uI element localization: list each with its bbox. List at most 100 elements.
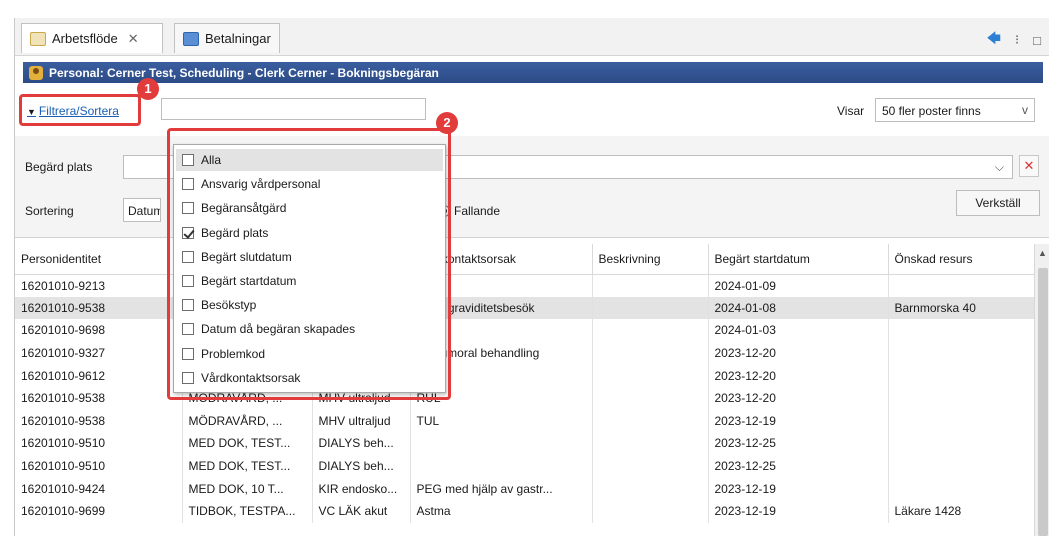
table-cell: 2023-12-19 bbox=[708, 409, 889, 433]
page-title: Personal: Cerner Test, Scheduling - Cler… bbox=[49, 65, 439, 80]
table-cell: MHV ultraljud bbox=[312, 409, 411, 433]
visar-value: 50 fler poster finns bbox=[882, 104, 981, 118]
table-cell bbox=[888, 409, 1035, 433]
table-cell bbox=[888, 454, 1035, 478]
table-cell bbox=[592, 454, 709, 478]
clear-filter-button[interactable]: ✕ bbox=[1019, 155, 1039, 177]
table-cell bbox=[888, 274, 1035, 297]
table-row[interactable]: 16201010-9510 MED DOK, TEST... DIALYS beh.… bbox=[15, 432, 1035, 455]
table-cell: 16201010-9213 bbox=[15, 274, 183, 297]
tab-label: Betalningar bbox=[205, 31, 271, 46]
table-cell bbox=[888, 477, 1035, 500]
table-cell: 2024-01-08 bbox=[708, 296, 889, 320]
annotation-highlight-1 bbox=[19, 94, 141, 126]
begard-plats-label: Begärd plats bbox=[25, 160, 93, 174]
table-cell: 2023-12-20 bbox=[708, 386, 889, 410]
vertical-scrollbar[interactable]: ▲ bbox=[1034, 244, 1049, 536]
table-cell: 16201010-9698 bbox=[15, 319, 183, 342]
table-cell: 2023-12-25 bbox=[708, 432, 889, 455]
table-cell: 16201010-9327 bbox=[15, 341, 183, 365]
filter-search-input[interactable] bbox=[161, 98, 426, 120]
column-header[interactable]: Begärt startdatum bbox=[708, 244, 889, 275]
table-cell bbox=[592, 386, 709, 410]
descending-label: Fallande bbox=[454, 204, 501, 218]
document-icon bbox=[30, 31, 46, 46]
table-cell: 16201010-9538 bbox=[15, 296, 183, 320]
visar-select[interactable]: 50 fler poster finns v bbox=[875, 98, 1035, 122]
table-cell bbox=[592, 432, 709, 455]
chevron-down-icon: ⌵ bbox=[994, 160, 1004, 174]
table-cell bbox=[592, 341, 709, 365]
table-cell bbox=[592, 274, 709, 297]
table-cell bbox=[888, 432, 1035, 455]
tab-label: Arbetsflöde bbox=[52, 31, 118, 46]
annotation-badge-1: 1 bbox=[137, 78, 159, 100]
table-cell: 2023-12-20 bbox=[708, 341, 889, 365]
tab-betalningar[interactable]: Betalningar bbox=[174, 23, 280, 53]
annotation-highlight-2 bbox=[167, 128, 451, 400]
apply-button[interactable]: Verkställ bbox=[956, 190, 1040, 216]
person-title-bar: Personal: Cerner Test, Scheduling - Cler… bbox=[23, 62, 1043, 83]
payments-icon bbox=[183, 31, 199, 46]
table-cell: 2023-12-19 bbox=[708, 499, 889, 523]
restore-icon[interactable]: □ bbox=[1033, 33, 1041, 48]
back-arrow-icon[interactable]: 🡄 bbox=[987, 28, 1001, 52]
table-cell: 2024-01-09 bbox=[708, 274, 889, 297]
table-cell: MED DOK, 10 T... bbox=[182, 477, 313, 500]
column-header[interactable]: Beskrivning bbox=[592, 244, 709, 275]
table-cell: MED DOK, TEST... bbox=[182, 432, 313, 455]
scroll-thumb[interactable] bbox=[1038, 268, 1048, 536]
table-cell bbox=[592, 409, 709, 433]
table-cell: 16201010-9538 bbox=[15, 386, 183, 410]
table-cell: 2023-12-20 bbox=[708, 364, 889, 387]
table-row[interactable]: 16201010-9424 MED DOK, 10 T... KIR endosko… bbox=[15, 477, 1035, 500]
table-row[interactable]: 16201010-9510 MED DOK, TEST... DIALYS beh.… bbox=[15, 454, 1035, 478]
table-cell: 2024-01-03 bbox=[708, 319, 889, 342]
table-cell: MÖDRAVÅRD, ... bbox=[182, 409, 313, 433]
table-cell: VC LÄK akut bbox=[312, 499, 411, 523]
table-cell: 16201010-9699 bbox=[15, 499, 183, 523]
table-cell: 16201010-9510 bbox=[15, 454, 183, 478]
tab-bar: Arbetsflöde ✕ Betalningar 🡄 ⁝ □ bbox=[15, 18, 1049, 56]
chevron-down-icon: v bbox=[1022, 103, 1028, 117]
table-cell bbox=[592, 296, 709, 320]
view-menu-icon[interactable]: ⁝ bbox=[1015, 32, 1019, 48]
table-row[interactable]: 16201010-9538 MÖDRAVÅRD, ... MHV ultraljud… bbox=[15, 409, 1035, 433]
table-row[interactable]: 16201010-9699 TIDBOK, TESTPA... VC LÄK aku… bbox=[15, 499, 1035, 523]
table-cell bbox=[888, 319, 1035, 342]
table-cell: 2023-12-19 bbox=[708, 477, 889, 500]
column-header[interactable]: Personidentitet bbox=[15, 244, 183, 275]
tab-arbetsflode[interactable]: Arbetsflöde ✕ bbox=[21, 23, 163, 53]
table-cell bbox=[888, 341, 1035, 365]
table-cell bbox=[592, 364, 709, 387]
table-cell: TIDBOK, TESTPA... bbox=[182, 499, 313, 523]
table-cell: 16201010-9612 bbox=[15, 364, 183, 387]
table-cell: DIALYS beh... bbox=[312, 432, 411, 455]
table-cell: Läkare 1428 bbox=[888, 499, 1035, 523]
table-cell: KIR endosko... bbox=[312, 477, 411, 500]
close-icon[interactable]: ✕ bbox=[128, 31, 139, 47]
column-header[interactable]: Önskad resurs bbox=[888, 244, 1035, 275]
table-cell: 16201010-9538 bbox=[15, 409, 183, 433]
table-cell bbox=[888, 364, 1035, 387]
table-cell: DIALYS beh... bbox=[312, 454, 411, 478]
table-cell bbox=[410, 432, 593, 455]
workflow-window: Arbetsflöde ✕ Betalningar 🡄 ⁝ □ Personal… bbox=[14, 18, 1049, 536]
table-cell bbox=[888, 386, 1035, 410]
scroll-up-icon[interactable]: ▲ bbox=[1038, 248, 1047, 258]
table-cell: 16201010-9510 bbox=[15, 432, 183, 455]
table-cell: MED DOK, TEST... bbox=[182, 454, 313, 478]
table-cell bbox=[592, 477, 709, 500]
visar-label: Visar bbox=[837, 104, 865, 118]
table-cell: Astma bbox=[410, 499, 593, 523]
table-cell: PEG med hjälp av gastr... bbox=[410, 477, 593, 500]
annotation-badge-2: 2 bbox=[436, 112, 458, 134]
table-cell: TUL bbox=[410, 409, 593, 433]
table-cell: 16201010-9424 bbox=[15, 477, 183, 500]
table-cell: 2023-12-25 bbox=[708, 454, 889, 478]
table-cell bbox=[410, 454, 593, 478]
sort-field-select[interactable]: Datum bbox=[123, 198, 161, 222]
table-cell: Barnmorska 40 bbox=[888, 296, 1035, 320]
table-cell bbox=[592, 499, 709, 523]
table-cell bbox=[592, 319, 709, 342]
